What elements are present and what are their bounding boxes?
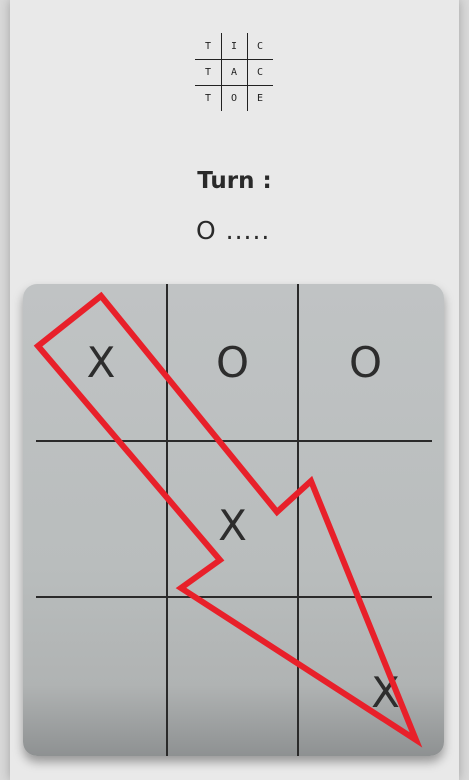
- logo-letter: I: [230, 40, 238, 52]
- logo-letter: O: [230, 92, 238, 104]
- logo-letter: E: [256, 92, 264, 104]
- board-cell-7[interactable]: [36, 598, 166, 756]
- logo-letter: C: [256, 40, 264, 52]
- logo-letter: C: [256, 66, 264, 78]
- board-cell-3[interactable]: O: [299, 284, 432, 440]
- board-cell-6[interactable]: [299, 442, 432, 596]
- logo-letter: T: [204, 66, 212, 78]
- board-cell-5[interactable]: X: [168, 442, 297, 596]
- board-cell-8[interactable]: [168, 598, 297, 756]
- logo-letter: T: [204, 40, 212, 52]
- board-cell-1[interactable]: X: [36, 284, 166, 440]
- logo-letter: T: [204, 92, 212, 104]
- tic-tac-toe-logo: T I C T A C T O E: [195, 33, 273, 111]
- board-cell-9[interactable]: X: [299, 598, 432, 756]
- game-board: X O O X X: [23, 284, 444, 756]
- board-cell-4[interactable]: [36, 442, 166, 596]
- turn-label: Turn :: [197, 168, 272, 194]
- turn-value: O .....: [196, 216, 271, 245]
- board-cell-2[interactable]: O: [168, 284, 297, 440]
- logo-letter: A: [230, 66, 238, 78]
